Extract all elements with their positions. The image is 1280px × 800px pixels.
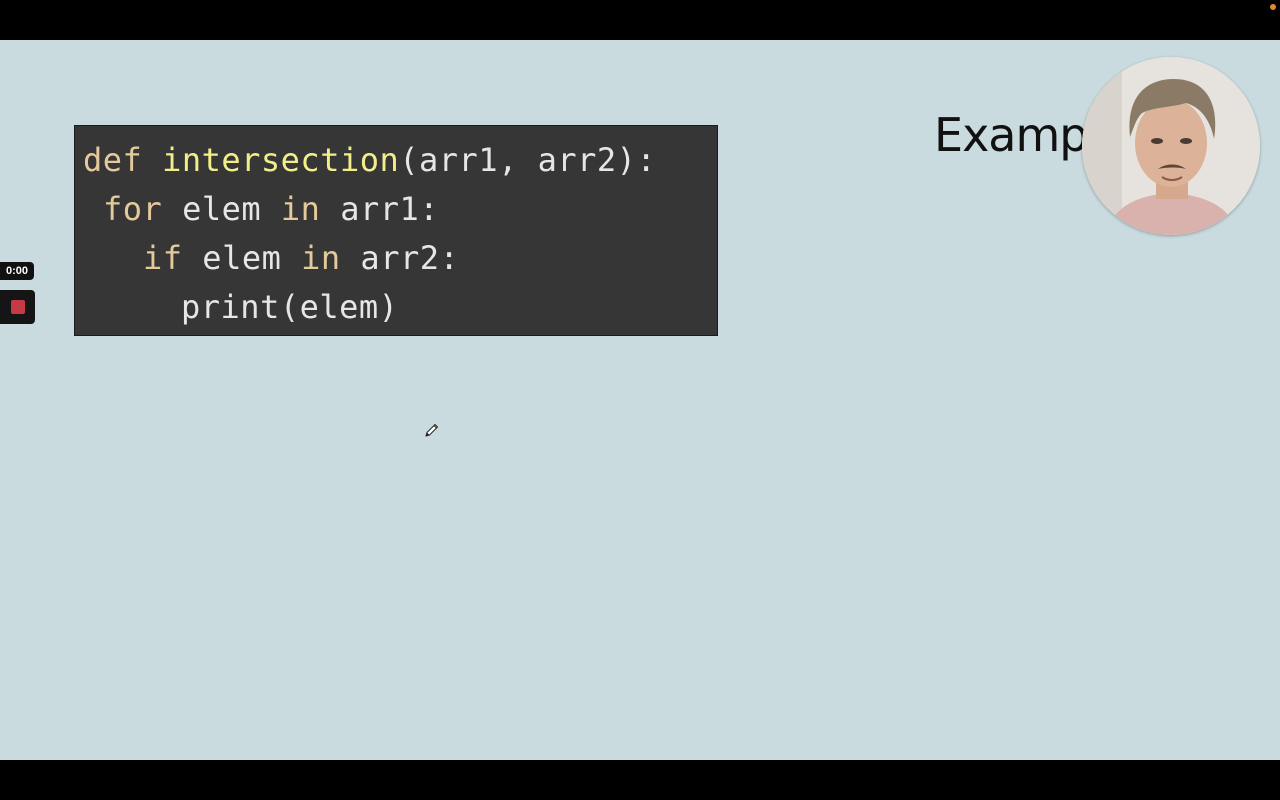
code-token: for [103, 190, 183, 228]
code-line: if elem in arr2: [143, 238, 459, 278]
code-token: def [83, 141, 163, 179]
code-token: (arr1, arr2): [399, 141, 657, 179]
code-token: in [280, 190, 341, 228]
stop-recording-button[interactable] [0, 290, 35, 324]
code-token: arr2: [360, 239, 460, 277]
code-token: elem [202, 239, 302, 277]
presentation-slide: def intersection(arr1, arr2): for elem i… [0, 40, 1280, 760]
code-line: def intersection(arr1, arr2): [83, 140, 656, 180]
recording-timer: 0:00 [0, 262, 34, 280]
code-token: if [143, 239, 203, 277]
presenter-avatar [1082, 57, 1260, 235]
top-letterbox-bar [0, 0, 1280, 40]
code-token: elem [182, 190, 281, 228]
pencil-icon [425, 424, 438, 437]
stop-square-icon [11, 300, 25, 314]
code-block: def intersection(arr1, arr2): for elem i… [74, 125, 718, 336]
code-line: for elem in arr1: [103, 189, 439, 229]
presenter-webcam[interactable] [1082, 57, 1260, 235]
bottom-letterbox-bar [0, 760, 1280, 800]
code-token: arr1: [340, 190, 440, 228]
recording-indicator-dot [1270, 4, 1276, 10]
code-token: intersection [162, 141, 400, 179]
code-token: in [301, 239, 361, 277]
code-line: print(elem) [181, 287, 398, 327]
code-token: print(elem) [181, 288, 399, 326]
